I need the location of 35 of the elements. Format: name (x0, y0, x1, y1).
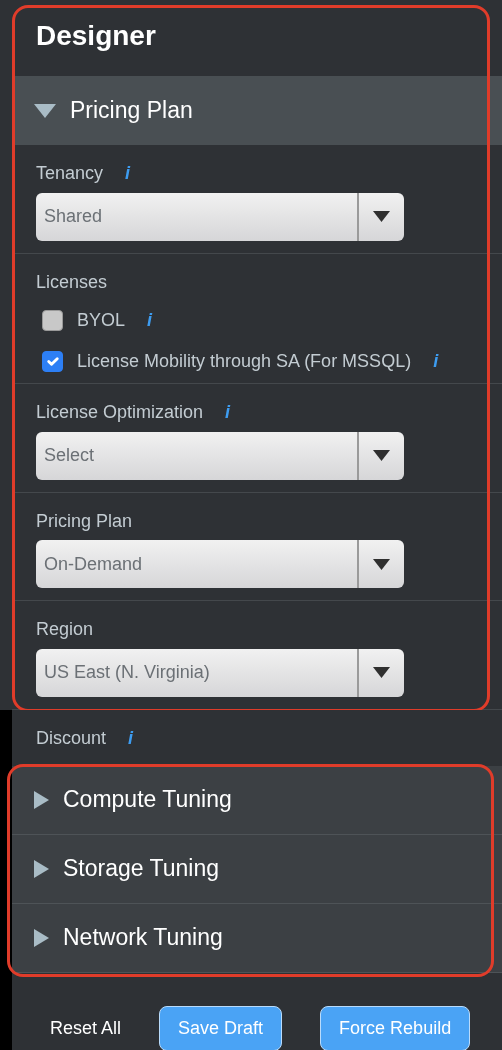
info-icon[interactable]: i (225, 402, 231, 424)
info-icon[interactable]: i (128, 727, 134, 750)
dropdown[interactable]: On-Demand (36, 540, 404, 589)
dropdown[interactable]: Select (36, 431, 404, 480)
caret-icon (373, 448, 390, 464)
section-header[interactable]: Storage Tuning (12, 834, 502, 904)
action-button[interactable]: Save Draft (159, 1006, 283, 1050)
field-label: Tenancy (36, 163, 104, 185)
info-icon[interactable]: i (125, 163, 131, 185)
reset-link[interactable]: Reset All (50, 1015, 122, 1043)
dropdown[interactable]: Shared (36, 192, 404, 241)
caret-icon (373, 665, 390, 681)
panel-title: Designer (35, 19, 157, 53)
checkbox[interactable] (42, 351, 63, 373)
section-header[interactable]: Pricing Plan (12, 76, 502, 145)
checkbox-label: License Mobility through SA (For MSSQL) (77, 350, 412, 374)
collapse-triangle-icon (34, 103, 56, 118)
section-header[interactable]: Network Tuning (12, 903, 502, 973)
field-label: Pricing Plan (36, 510, 133, 533)
dropdown[interactable]: US East (N. Virginia) (36, 648, 404, 697)
expand-triangle-icon (34, 859, 49, 878)
checkbox-label: BYOL (77, 309, 126, 333)
field-label: Discount (36, 727, 107, 750)
field-label: Region (36, 619, 94, 641)
info-icon[interactable]: i (147, 309, 153, 332)
expand-triangle-icon (34, 790, 49, 809)
checkbox[interactable] (42, 310, 63, 332)
caret-icon (373, 556, 390, 572)
caret-icon (373, 209, 390, 225)
field-label: License Optimization (36, 402, 204, 424)
expand-triangle-icon (34, 928, 49, 947)
section-header[interactable]: Compute Tuning (12, 765, 502, 835)
field-label: Licenses (36, 271, 108, 294)
info-icon[interactable]: i (433, 350, 439, 373)
action-button[interactable]: Force Rebuild (320, 1006, 471, 1050)
